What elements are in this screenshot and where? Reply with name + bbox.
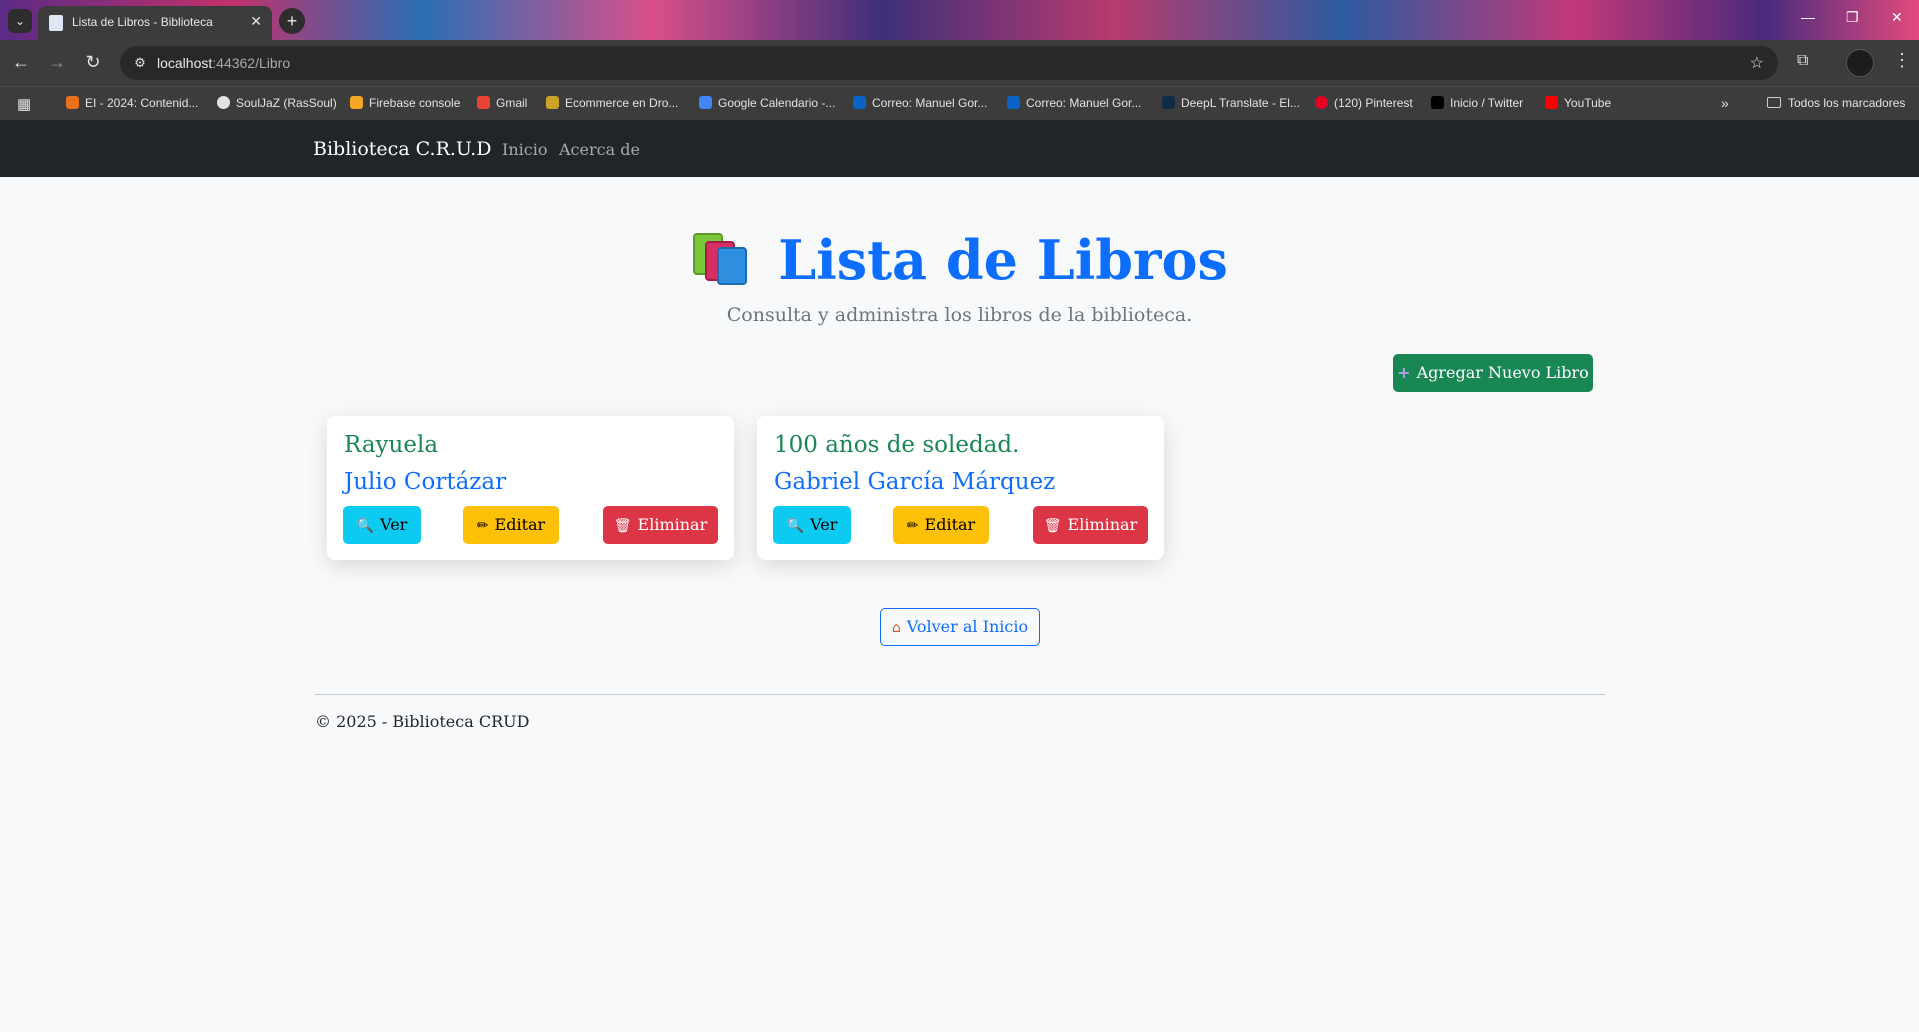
forward-arrow-icon[interactable]: → [46,52,68,73]
bookmark-item[interactable]: Ecommerce en Dro... [546,96,678,110]
view-book-button[interactable]: 🔍 Ver [773,506,851,544]
book-card: Rayuela Julio Cortázar 🔍 Ver ✏ Editar 🗑 Eli… [327,416,734,560]
gmail-icon [477,96,490,109]
back-arrow-icon[interactable]: ← [10,52,32,73]
bookmark-item[interactable]: SoulJaZ (RasSoul) [217,96,337,110]
bookmark-item[interactable]: Gmail [477,96,527,110]
bookmark-item[interactable]: Firebase console [350,96,460,110]
nav-link-acerca[interactable]: Acerca de [559,140,640,159]
bookmark-item[interactable]: YouTube [1545,96,1611,110]
page-header: Lista de Libros [0,226,1919,294]
pencil-icon: ✏ [906,518,919,534]
tab-search-chevron-icon[interactable]: ⌄ [8,9,32,33]
profile-avatar[interactable] [1846,49,1874,77]
all-bookmarks-folder[interactable]: Todos los marcadores [1767,96,1905,110]
book-author: Julio Cortázar [344,469,507,495]
nav-link-inicio[interactable]: Inicio [502,140,547,159]
firebase-icon [350,96,363,109]
back-home-button[interactable]: ⌂ Volver al Inicio [880,608,1040,646]
address-bar[interactable]: ⚙ localhost:44362/Libro ☆ [120,46,1778,80]
outlook-icon [853,96,866,109]
page-subtitle: Consulta y administra los libros de la b… [726,304,1193,326]
bookmark-item[interactable]: Correo: Manuel Gor... [1007,96,1141,110]
bookmark-item[interactable]: (120) Pinterest [1315,96,1413,110]
tab-close-icon[interactable]: ✕ [250,13,262,30]
restore-icon[interactable]: ❐ [1846,9,1859,26]
extensions-puzzle-icon[interactable]: ⧉ [1797,52,1808,70]
book-author: Gabriel García Márquez [774,469,1056,495]
browser-menu-kebab-icon[interactable]: ⋮ [1893,50,1911,71]
site-info-icon[interactable]: ⚙ [130,53,150,73]
browser-toolbar: ← → ↻ ⚙ localhost:44362/Libro ☆ ⧉ ⋮ [0,40,1919,86]
page-favicon-icon [49,15,63,31]
magnifier-icon: 🔍 [786,518,805,534]
bookmark-item[interactable]: EI - 2024: Contenid... [66,96,198,110]
magnifier-icon: 🔍 [356,518,375,534]
bookmark-star-icon[interactable]: ☆ [1750,53,1764,73]
bookmark-favicon-icon [66,96,79,109]
bookmark-item[interactable]: DeepL Translate - El... [1162,96,1300,110]
view-book-button[interactable]: 🔍 Ver [343,506,421,544]
delete-book-button[interactable]: 🗑 Eliminar [1033,506,1148,544]
apps-grid-icon[interactable]: ▦ [17,95,31,113]
pencil-icon: ✏ [476,518,489,534]
book-title: Rayuela [344,432,439,458]
window-close-icon[interactable]: ✕ [1891,9,1903,26]
plus-icon: + [1397,363,1411,382]
edit-book-button[interactable]: ✏ Editar [463,506,559,544]
folder-icon [1767,97,1781,108]
add-book-button[interactable]: + Agregar Nuevo Libro [1393,354,1593,392]
browser-tab-active[interactable]: Lista de Libros - Biblioteca ✕ [38,6,272,40]
google-calendar-icon [699,96,712,109]
footer-divider [315,694,1605,695]
book-title: 100 años de soledad. [774,432,1020,458]
trash-icon: 🗑 [613,518,632,534]
youtube-icon [1545,96,1558,109]
bookmarks-bar: ▦ EI - 2024: Contenid... SoulJaZ (RasSou… [0,86,1919,120]
minimize-icon[interactable]: — [1801,9,1815,25]
house-icon: ⌂ [891,620,901,636]
url-text[interactable]: localhost:44362/Libro [157,55,290,71]
outlook-icon [1007,96,1020,109]
browser-tab-strip: ⌄ Lista de Libros - Biblioteca ✕ + — ❐ ✕ [0,0,1919,40]
reload-icon[interactable]: ↻ [82,52,104,73]
pinterest-icon [1315,96,1328,109]
navbar-brand[interactable]: Biblioteca C.R.U.D [313,138,491,160]
bookmark-favicon-icon [546,96,559,109]
delete-book-button[interactable]: 🗑 Eliminar [603,506,718,544]
book-card: 100 años de soledad. Gabriel García Márq… [757,416,1164,560]
bookmark-item[interactable]: Correo: Manuel Gor... [853,96,987,110]
bookmark-item[interactable]: Google Calendario -... [699,96,835,110]
footer-copyright: © 2025 - Biblioteca CRUD [315,712,530,731]
page-title: Lista de Libros [778,228,1228,292]
bookmark-item[interactable]: Inicio / Twitter [1431,96,1523,110]
trash-icon: 🗑 [1043,518,1062,534]
deepl-icon [1162,96,1175,109]
books-icon [691,229,751,285]
new-tab-plus-icon[interactable]: + [279,8,305,34]
edit-book-button[interactable]: ✏ Editar [893,506,989,544]
tab-title: Lista de Libros - Biblioteca [72,15,213,29]
more-bookmarks-chevron-icon[interactable]: » [1721,95,1729,111]
app-navbar: Biblioteca C.R.U.D Inicio Acerca de [0,120,1919,177]
twitter-x-icon [1431,96,1444,109]
github-icon [217,96,230,109]
